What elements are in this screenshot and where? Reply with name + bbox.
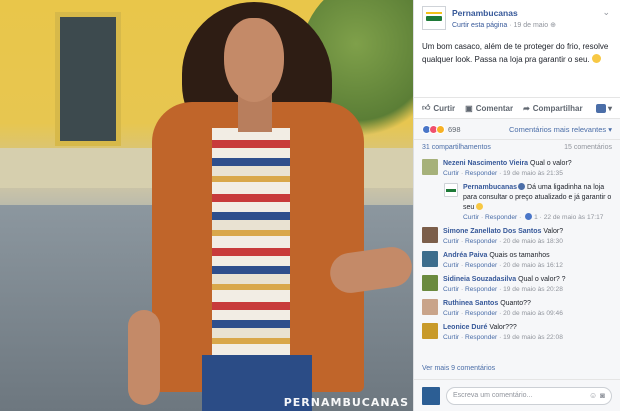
- comment-input-placeholder: Escreva um comentário...: [453, 392, 533, 399]
- comment-like-link[interactable]: Curtir: [463, 214, 479, 221]
- avatar[interactable]: [422, 299, 438, 315]
- shares-link[interactable]: 31 compartilhamentos: [422, 144, 491, 151]
- comment-time[interactable]: 20 de maio às 16:12: [503, 262, 563, 269]
- view-more-comments-link[interactable]: Ver mais 9 comentários: [422, 365, 495, 372]
- comment-text: Quanto??: [500, 300, 531, 307]
- commenter-name[interactable]: Nezeni Nascimento Vieira: [443, 160, 528, 167]
- share-button[interactable]: ➦ Compartilhar: [523, 104, 583, 113]
- comment-item: Sidineia Souzadasilva Qual o valor? ? Cu…: [422, 275, 614, 295]
- reactions-summary[interactable]: 698 Comentários mais relevantes ▾: [414, 119, 620, 139]
- caret-down-icon: ▾: [607, 103, 612, 113]
- audience-selector[interactable]: ▾: [595, 103, 612, 113]
- post-side-panel: Pernambucanas Curtir esta página · 19 de…: [413, 0, 620, 411]
- smile-emoji-icon: [591, 54, 601, 63]
- page-name-link[interactable]: Pernambucanas: [452, 8, 518, 18]
- comment-reply-link[interactable]: Responder: [465, 286, 497, 293]
- comment-like-link[interactable]: Curtir: [443, 170, 459, 177]
- comment-time[interactable]: 19 de maio às 22:08: [503, 334, 563, 341]
- comment-reply-link[interactable]: Responder: [465, 310, 497, 317]
- photo-watermark: PERNAMBUCANAS: [283, 396, 409, 409]
- photo-window: [55, 12, 121, 146]
- comment-time[interactable]: 20 de maio às 18:30: [503, 238, 563, 245]
- comment-like-link[interactable]: Curtir: [443, 238, 459, 245]
- globe-icon: ⊕: [550, 22, 556, 29]
- comment-text: Valor???: [489, 324, 517, 331]
- comment-input[interactable]: Escreva um comentário... ☺ ◙: [446, 386, 612, 405]
- post-header: Pernambucanas Curtir esta página · 19 de…: [414, 0, 620, 36]
- photo-model-shirt: [212, 128, 290, 363]
- wow-reaction-icon: [436, 124, 445, 134]
- like-page-link[interactable]: Curtir esta página: [452, 22, 507, 29]
- comment-item: Nezeni Nascimento Vieira Qual o valor? C…: [422, 159, 614, 179]
- facebook-photo-viewer: PERNAMBUCANAS Pernambucanas Curtir esta …: [0, 0, 620, 411]
- comment-text: Valor?: [543, 228, 564, 235]
- comment-time[interactable]: 20 de maio às 09:46: [503, 310, 563, 317]
- comment-time[interactable]: 22 de maio às 17:17: [544, 214, 604, 221]
- commenter-name[interactable]: Leonice Duré: [443, 324, 487, 331]
- smile-emoji-icon: [476, 203, 484, 210]
- comment-text: Quais os tamanhos: [489, 252, 550, 259]
- camera-icon[interactable]: ◙: [600, 391, 605, 400]
- chevron-down-icon[interactable]: ⌄: [602, 7, 610, 18]
- avatar[interactable]: [422, 159, 438, 175]
- comment-composer: Escreva um comentário... ☺ ◙: [414, 379, 620, 411]
- comment-time[interactable]: 19 de maio às 21:35: [503, 170, 563, 177]
- comment-item: Ruthinea Santos Quanto?? Curtir · Respon…: [422, 299, 614, 319]
- photo-model-face: [224, 18, 284, 102]
- shares-row: 31 compartilhamentos 15 comentários: [414, 139, 620, 155]
- commenter-name[interactable]: Andréa Paiva: [443, 252, 487, 259]
- comment-like-link[interactable]: Curtir: [443, 310, 459, 317]
- page-avatar[interactable]: [422, 6, 446, 30]
- like-count-icon: [525, 213, 533, 220]
- comment-text: Qual o valor? ?: [518, 276, 566, 283]
- commenter-name[interactable]: Ruthinea Santos: [443, 300, 498, 307]
- verified-badge-icon: [518, 183, 526, 190]
- reply-like-count: 1: [534, 214, 538, 221]
- like-button[interactable]: 👍︎ Curtir: [422, 103, 455, 113]
- post-actions-bar: 👍︎ Curtir ▣ Comentar ➦ Compartilhar ▾: [414, 97, 620, 119]
- commenter-name[interactable]: Simone Zanellato Dos Santos: [443, 228, 541, 235]
- comment-like-link[interactable]: Curtir: [443, 262, 459, 269]
- comment-item: Leonice Duré Valor??? Curtir · Responder…: [422, 323, 614, 343]
- brand-logo-icon: [426, 11, 442, 21]
- comment-reply-link[interactable]: Responder: [465, 334, 497, 341]
- comment-text: Qual o valor?: [530, 160, 572, 167]
- comment-button[interactable]: ▣ Comentar: [465, 104, 513, 113]
- post-photo[interactable]: PERNAMBUCANAS: [0, 0, 413, 411]
- avatar: [422, 386, 440, 405]
- comments-area: 698 Comentários mais relevantes ▾ 31 com…: [414, 119, 620, 411]
- comment-reply-link[interactable]: Responder: [465, 238, 497, 245]
- comment-list: Nezeni Nascimento Vieira Qual o valor? C…: [414, 155, 620, 343]
- commenter-name[interactable]: Pernambucanas: [463, 184, 517, 191]
- comment-item: Andréa Paiva Quais os tamanhos Curtir · …: [422, 251, 614, 271]
- brand-logo-icon: [446, 188, 456, 192]
- comment-like-link[interactable]: Curtir: [443, 286, 459, 293]
- profile-thumb-icon: [595, 103, 606, 113]
- comment-sort-dropdown[interactable]: Comentários mais relevantes ▾: [509, 125, 612, 134]
- comment-time[interactable]: 19 de maio às 20:28: [503, 286, 563, 293]
- comment-like-link[interactable]: Curtir: [443, 334, 459, 341]
- commenter-name[interactable]: Sidineia Souzadasilva: [443, 276, 516, 283]
- comment-item: Simone Zanellato Dos Santos Valor? Curti…: [422, 227, 614, 247]
- avatar[interactable]: [422, 275, 438, 291]
- post-meta: Curtir esta página · 19 de maio ⊕: [452, 22, 556, 29]
- avatar[interactable]: [444, 183, 458, 197]
- reply-item: Pernambucanas Dá uma ligadinha na loja p…: [444, 183, 614, 223]
- avatar[interactable]: [422, 227, 438, 243]
- comment-icon: ▣: [465, 103, 473, 113]
- comment-reply-link[interactable]: Responder: [465, 262, 497, 269]
- thumbs-up-icon: 👍︎: [422, 103, 431, 112]
- post-text: Um bom casaco, além de te proteger do fr…: [422, 42, 609, 64]
- post-date[interactable]: 19 de maio: [514, 22, 549, 29]
- share-arrow-icon: ➦: [523, 103, 530, 113]
- avatar[interactable]: [422, 251, 438, 267]
- comment-reply-link[interactable]: Responder: [485, 214, 517, 221]
- reaction-count: 698: [448, 124, 461, 134]
- comments-count: 15 comentários: [564, 144, 612, 151]
- comment-reply-link[interactable]: Responder: [465, 170, 497, 177]
- avatar[interactable]: [422, 323, 438, 339]
- emoji-icon[interactable]: ☺: [589, 391, 597, 400]
